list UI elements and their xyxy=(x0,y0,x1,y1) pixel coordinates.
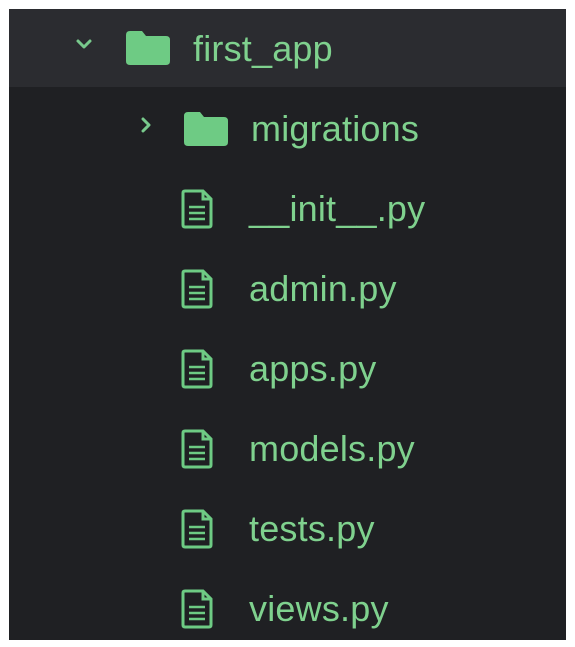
tree-item-label: views.py xyxy=(249,588,389,629)
screenshot-frame: first_app migrations __init__.py admin.p… xyxy=(0,0,575,640)
tree-item-init-py[interactable]: __init__.py xyxy=(9,169,566,247)
tree-item-label: __init__.py xyxy=(249,188,426,229)
tree-item-apps-py[interactable]: apps.py xyxy=(9,329,566,407)
file-icon xyxy=(181,349,213,389)
chevron-down-icon[interactable] xyxy=(75,35,93,53)
tree-item-label: models.py xyxy=(249,428,415,469)
folder-icon xyxy=(126,31,170,65)
chevron-right-icon[interactable] xyxy=(137,116,155,134)
tree-item-label: apps.py xyxy=(249,348,377,389)
tree-root-folder-row[interactable]: first_app xyxy=(9,9,566,87)
project-file-tree: first_app migrations __init__.py admin.p… xyxy=(9,9,566,640)
file-icon xyxy=(181,509,213,549)
tree-root-label: first_app xyxy=(193,28,333,69)
file-icon xyxy=(181,589,213,629)
tree-item-views-py[interactable]: views.py xyxy=(9,569,566,647)
file-icon xyxy=(181,189,213,229)
file-icon xyxy=(181,269,213,309)
tree-item-admin-py[interactable]: admin.py xyxy=(9,249,566,327)
tree-item-tests-py[interactable]: tests.py xyxy=(9,489,566,567)
tree-item-label: tests.py xyxy=(249,508,375,549)
file-icon xyxy=(181,429,213,469)
tree-item-models-py[interactable]: models.py xyxy=(9,409,566,487)
tree-item-label: admin.py xyxy=(249,268,397,309)
tree-item-migrations[interactable]: migrations xyxy=(9,89,566,167)
tree-item-label: migrations xyxy=(251,108,420,149)
folder-icon xyxy=(184,112,228,146)
